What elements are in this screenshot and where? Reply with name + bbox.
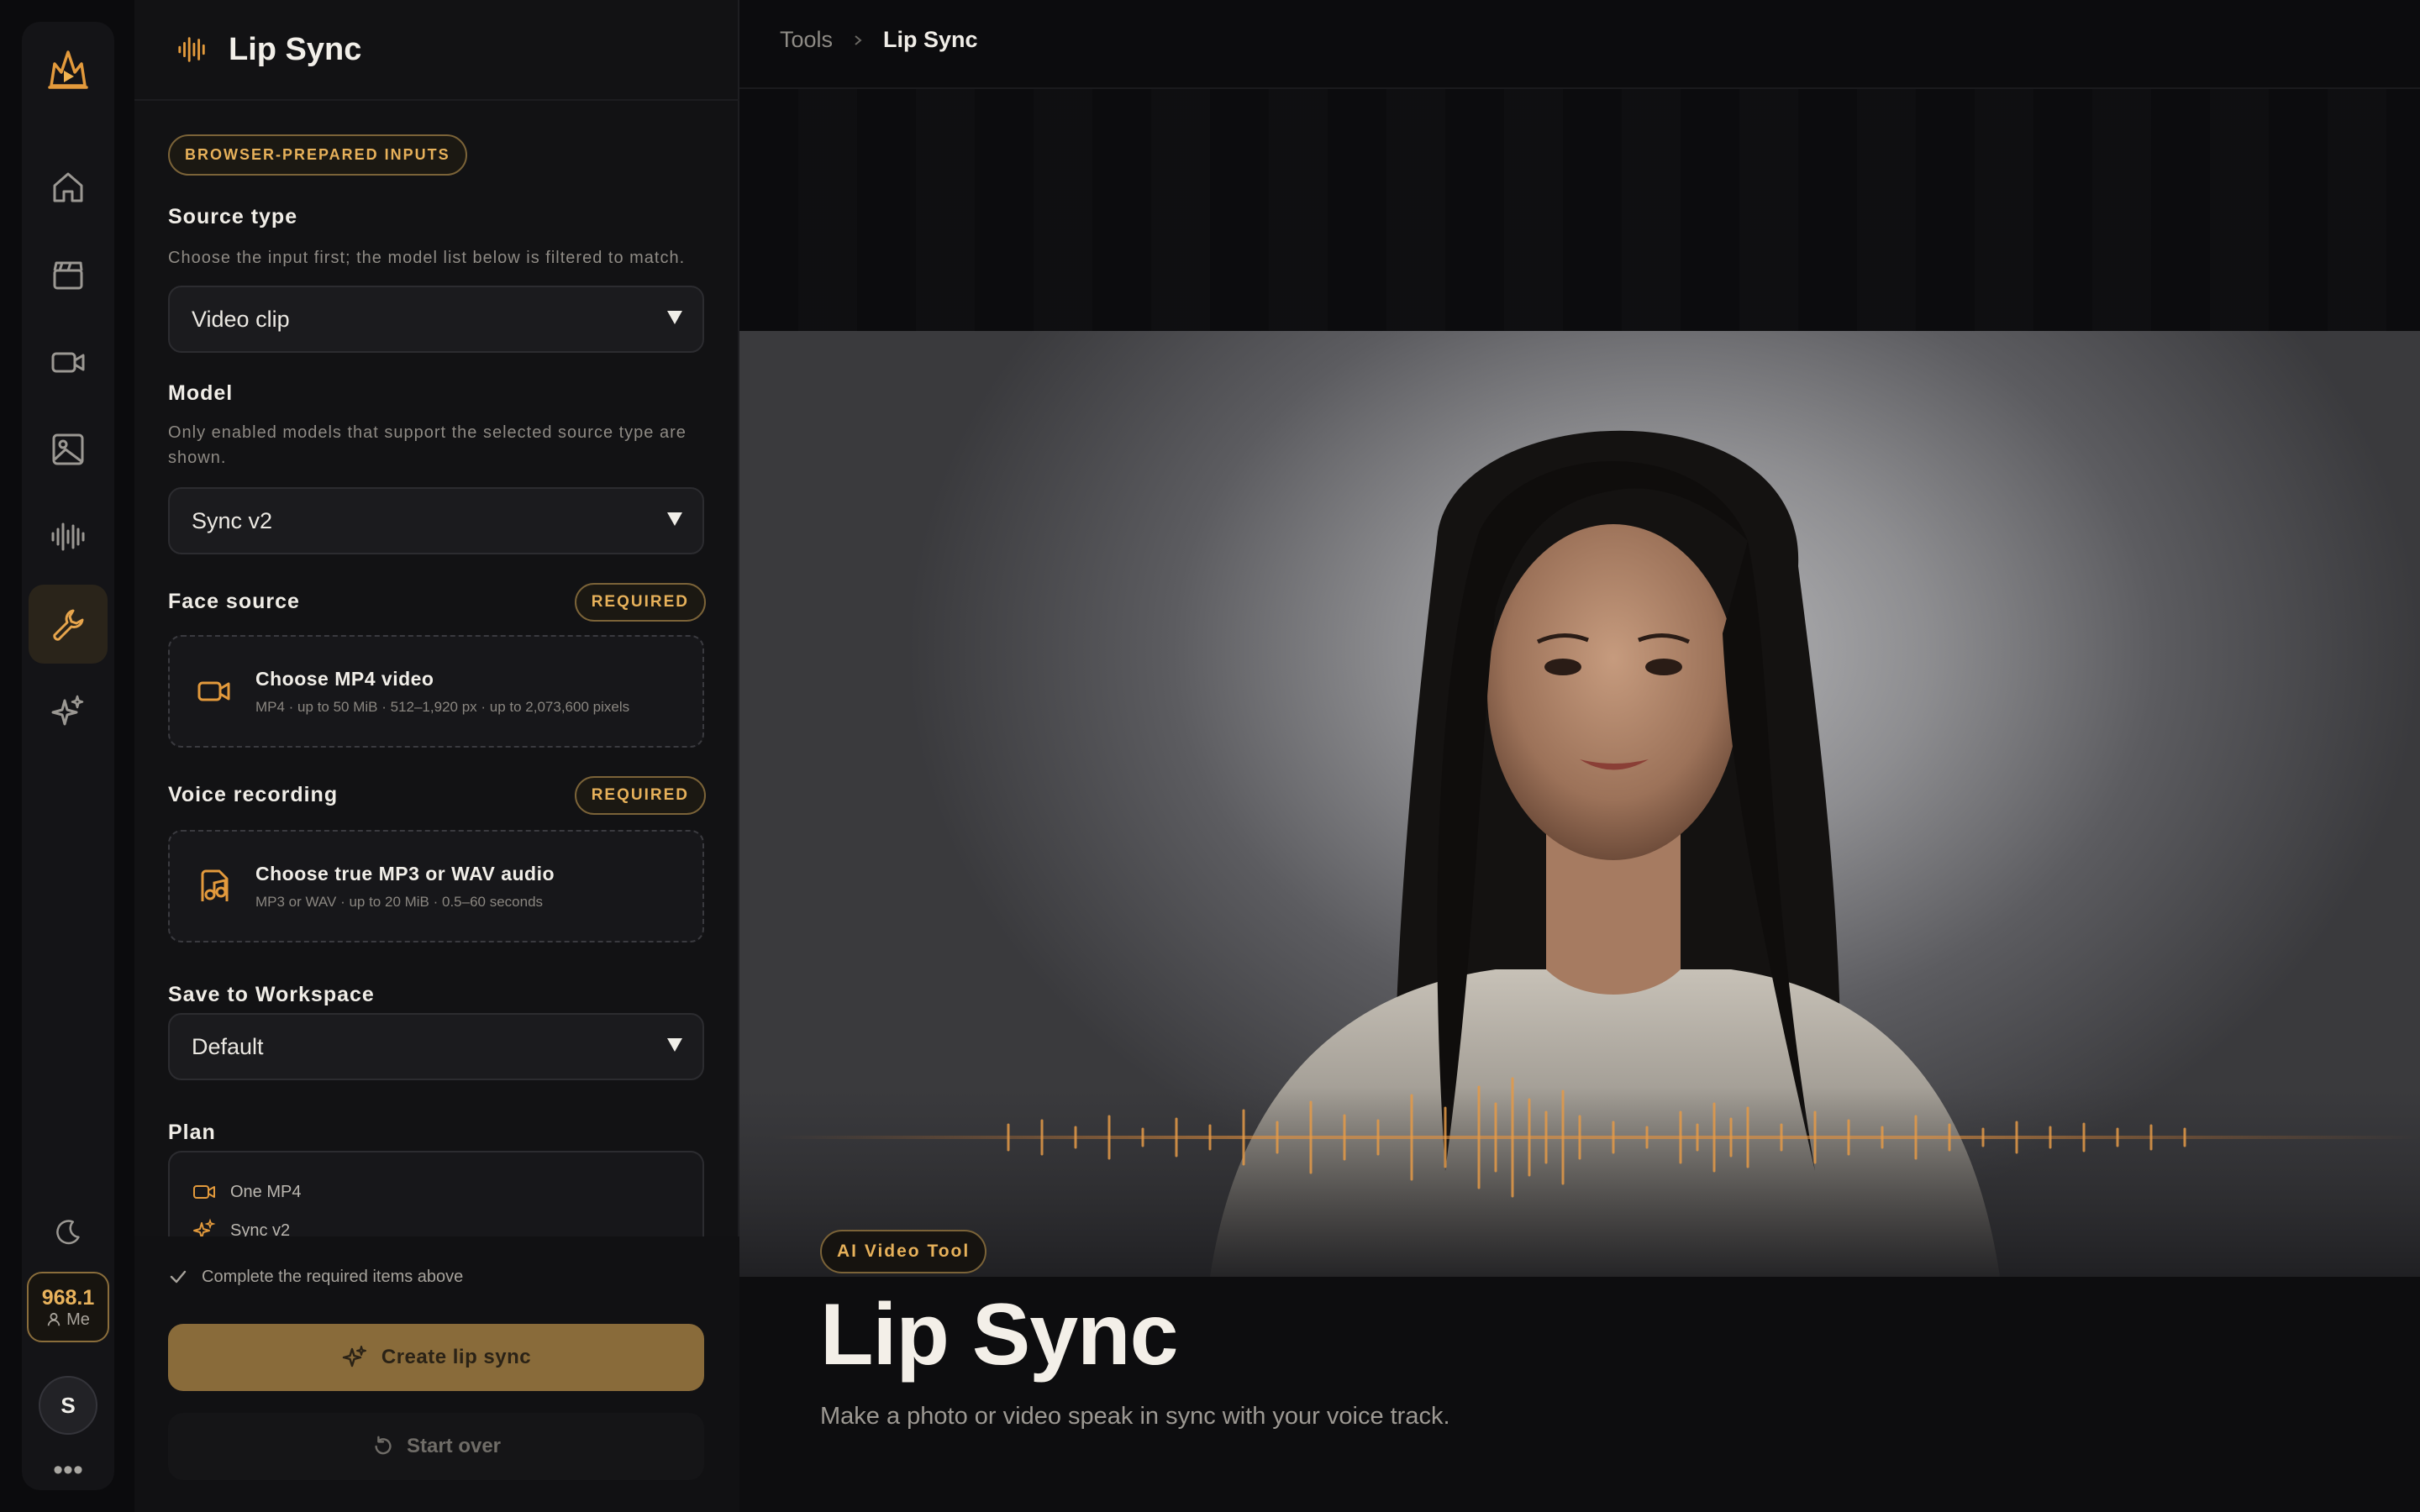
source-type-help: Choose the input first; the model list b… [168,249,686,267]
voice-recording-title: Choose true MP3 or WAV audio [255,862,555,885]
plan-item: One MP4 [192,1173,681,1211]
wrench-icon [53,609,84,641]
credits-user: Me [66,1310,90,1329]
nav-ai[interactable] [29,672,108,751]
source-type-select[interactable]: Video clip [168,286,704,353]
moon-icon [56,1220,80,1245]
nav-audio[interactable] [29,497,108,576]
avatar[interactable]: S [39,1376,97,1435]
clapperboard-icon [53,261,83,290]
face-source-details: MP4 · up to 50 MiB · 512–1,920 px · up t… [255,698,630,715]
video-camera-icon [197,681,230,701]
logo-icon[interactable] [43,45,93,96]
page-title: Lip Sync [820,1286,1178,1383]
start-over-button[interactable]: Start over [168,1413,704,1480]
voice-recording-label: Voice recording [168,783,339,806]
model-help: Only enabled models that support the sel… [168,423,687,467]
face-source-title: Choose MP4 video [255,667,434,690]
workspace-label: Save to Workspace [168,983,375,1006]
sparkles-icon [51,695,84,726]
status-text: Complete the required items above [202,1267,464,1286]
voice-recording-dropzone[interactable]: Choose true MP3 or WAV audio MP3 or WAV … [168,830,704,942]
credits-amount: 968.1 [41,1285,95,1310]
source-type-label: Source type [168,205,298,228]
face-source-dropzone[interactable]: Choose MP4 video MP4 · up to 50 MiB · 51… [168,635,704,748]
nav-image[interactable] [29,410,108,489]
video-camera-icon [51,352,85,373]
required-badge: REQUIRED [574,776,706,815]
tool-tag: AI Video Tool [820,1230,987,1273]
user-icon [47,1312,60,1326]
nav-video[interactable] [29,323,108,402]
breadcrumb: Tools Lip Sync [780,27,978,53]
audio-wave-icon [51,522,85,551]
nav-home[interactable] [29,148,108,227]
more-icon[interactable]: ••• [47,1456,89,1484]
video-camera-icon [193,1185,215,1199]
chevron-down-icon [667,311,682,324]
workspace-select[interactable]: Default [168,1013,704,1080]
panel-title: Lip Sync [229,31,362,67]
check-icon [170,1270,187,1284]
audio-file-icon [201,869,229,901]
model-value: Sync v2 [192,507,273,533]
model-label: Model [168,381,234,405]
refresh-icon [375,1436,392,1455]
source-type-value: Video clip [192,306,290,332]
panel-footer: Complete the required items above Create… [134,1236,739,1512]
chevron-down-icon [667,1038,682,1052]
lip-sync-panel: Lip Sync BROWSER-PREPARED INPUTS Source … [134,0,739,1512]
image-icon [52,433,84,465]
inputs-badge: BROWSER-PREPARED INPUTS [168,134,467,176]
credits-badge[interactable]: 968.1 Me [27,1272,109,1342]
chevron-down-icon [667,512,682,526]
model-select[interactable]: Sync v2 [168,487,704,554]
plan-label: Plan [168,1121,216,1144]
left-rail: 968.1 Me S ••• [22,22,114,1490]
page-subtitle: Make a photo or video speak in sync with… [820,1403,1450,1430]
theme-toggle[interactable] [29,1193,108,1272]
breadcrumb-tools[interactable]: Tools [780,27,833,53]
nav-projects[interactable] [29,235,108,314]
nav-tools[interactable] [29,585,108,664]
required-badge: REQUIRED [574,583,706,622]
main-area: Tools Lip Sync AI Video Tool Lip Sync Ma… [739,0,2420,1512]
panel-header: Lip Sync [134,0,739,101]
face-source-label: Face source [168,590,300,613]
workspace-value: Default [192,1033,264,1059]
breadcrumb-current: Lip Sync [883,27,978,52]
audio-wave-icon [178,37,205,62]
chevron-right-icon [855,34,862,45]
plan-summary: One MP4 Sync v2 [168,1151,704,1243]
home-icon [53,172,83,202]
portrait-illustration [739,430,2420,1277]
hero-image [739,331,2420,1277]
sparkles-icon [342,1346,366,1368]
create-lip-sync-button[interactable]: Create lip sync [168,1324,704,1391]
voice-recording-details: MP3 or WAV · up to 20 MiB · 0.5–60 secon… [255,893,544,910]
